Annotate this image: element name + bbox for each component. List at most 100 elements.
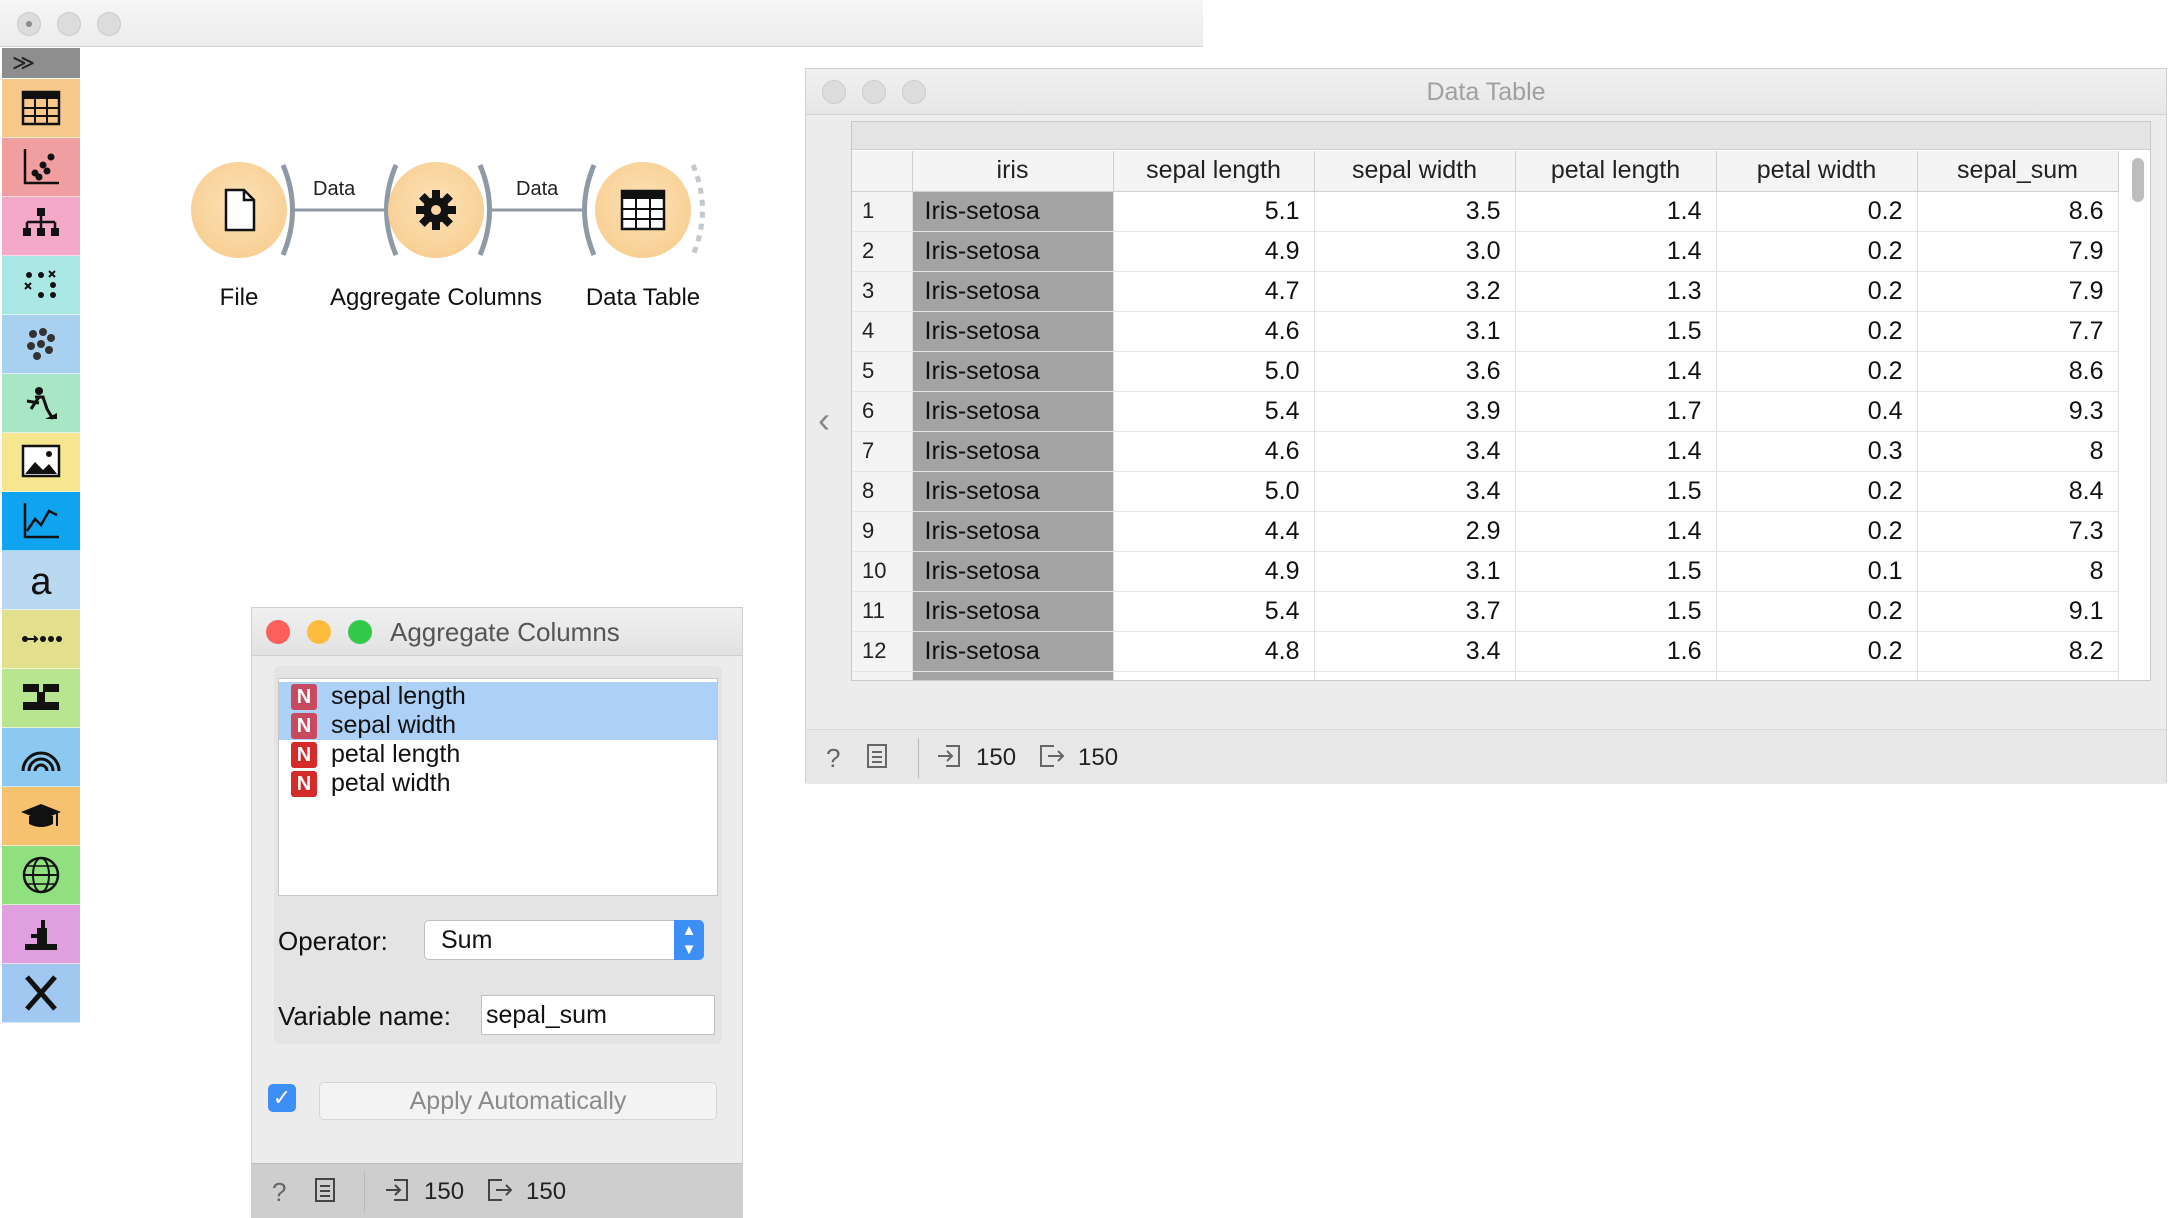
table-cell: 1.7 (1515, 391, 1717, 432)
toolbox-category-survival[interactable] (2, 905, 80, 964)
class-cell: Iris-setosa (912, 391, 1114, 432)
table-row[interactable]: 12 Iris-setosa 4.8 3.4 1.6 0.2 8.2 (852, 631, 2119, 672)
row-number[interactable]: 12 (852, 631, 913, 672)
toolbox-category-text[interactable]: a (2, 551, 80, 610)
operator-select[interactable]: Sum ▲ ▼ (424, 920, 704, 960)
row-number[interactable]: 7 (852, 431, 913, 472)
data-table-widget-node[interactable] (595, 162, 691, 258)
data-table[interactable]: iris sepal length sepal width petal length p… (852, 151, 2119, 680)
help-icon[interactable]: ? (826, 743, 840, 774)
toolbox-category-educational[interactable] (2, 787, 80, 846)
chevron-left-icon[interactable]: ‹ (818, 399, 830, 441)
table-cell: 0.4 (1716, 391, 1918, 432)
toolbox-category-geo[interactable] (2, 846, 80, 905)
table-row[interactable]: 11 Iris-setosa 5.4 3.7 1.5 0.2 9.1 (852, 591, 2119, 632)
row-number[interactable]: 13 (852, 671, 913, 680)
report-icon[interactable] (314, 1177, 336, 1210)
spectroscopy-icon (21, 751, 61, 772)
variable-name: petal width (331, 769, 451, 797)
vertical-scrollbar[interactable] (2132, 158, 2144, 202)
window-title: Aggregate Columns (390, 617, 620, 647)
table-cell: 3.2 (1314, 271, 1516, 312)
class-cell: Iris-setosa (912, 271, 1114, 312)
column-header[interactable]: sepal length (1113, 151, 1315, 192)
table-cell: 0.2 (1716, 311, 1918, 352)
variables-list[interactable]: Nsepal length Nsepal width Npetal length Np… (278, 678, 718, 896)
file-icon (224, 188, 256, 232)
output-anchor[interactable] (690, 164, 705, 256)
list-item[interactable]: Npetal width (279, 769, 717, 798)
table-cell: 8 (1917, 431, 2119, 472)
help-icon[interactable]: ? (272, 1177, 286, 1208)
input-icon (384, 1177, 410, 1210)
table-cell: 8.4 (1917, 471, 2119, 512)
node-label: Data Table (585, 284, 701, 311)
toolbox-category-bioinformatics[interactable] (2, 669, 80, 728)
status-bar: ? 150 150 (806, 729, 2166, 784)
aggregate-columns-widget-node[interactable] (388, 162, 484, 258)
data-table-view[interactable]: iris sepal length sepal width petal length p… (851, 121, 2151, 681)
row-number[interactable]: 8 (852, 471, 913, 512)
row-number[interactable]: 10 (852, 551, 913, 592)
table-cell: 7.8 (1917, 671, 2119, 680)
table-row[interactable]: 13Iris-setosa4.83.01.40.17.8 (852, 671, 2119, 680)
toolbox-category-prototypes[interactable] (2, 964, 80, 1023)
row-number[interactable]: 9 (852, 511, 913, 552)
minimize-button[interactable] (307, 620, 331, 644)
list-item[interactable]: Nsepal length (279, 682, 717, 711)
table-cell: 3.4 (1314, 431, 1516, 472)
table-row[interactable]: 6 Iris-setosa 5.4 3.9 1.7 0.4 9.3 (852, 391, 2119, 432)
row-number[interactable]: 4 (852, 311, 913, 352)
chevron-updown-icon[interactable]: ▲ ▼ (674, 920, 704, 960)
column-header[interactable]: petal width (1716, 151, 1918, 192)
toolbox-category-spectroscopy[interactable] (2, 728, 80, 787)
table-cell: 1.4 (1515, 511, 1717, 552)
maximize-button[interactable] (348, 620, 372, 644)
table-row[interactable]: 4 Iris-setosa 4.6 3.1 1.5 0.2 7.7 (852, 311, 2119, 352)
row-number[interactable]: 5 (852, 351, 913, 392)
table-cell: 4.6 (1113, 311, 1315, 352)
file-widget-node[interactable] (191, 162, 287, 258)
output-count: 150 (526, 1178, 567, 1205)
window-title: Data Table (1426, 78, 1546, 106)
table-row[interactable]: 10 Iris-setosa 4.9 3.1 1.5 0.1 8 (852, 551, 2119, 592)
table-row[interactable]: 7 Iris-setosa 4.6 3.4 1.4 0.3 8 (852, 431, 2119, 472)
table-row[interactable]: 9 Iris-setosa 4.4 2.9 1.4 0.2 7.3 (852, 511, 2119, 552)
table-row[interactable]: 1 Iris-setosa 5.1 3.5 1.4 0.2 8.6 (852, 191, 2119, 232)
toolbox-category-network[interactable] (2, 610, 80, 669)
row-number[interactable]: 2 (852, 231, 913, 272)
class-cell: Iris-setosa (912, 591, 1114, 632)
column-header[interactable]: sepal_sum (1917, 151, 2119, 192)
report-icon[interactable] (866, 743, 888, 776)
table-cell: 1.5 (1515, 551, 1717, 592)
row-number[interactable]: 11 (852, 591, 913, 632)
table-row[interactable]: 5 Iris-setosa 5.0 3.6 1.4 0.2 8.6 (852, 351, 2119, 392)
apply-automatically-checkbox[interactable]: ✓ (268, 1084, 296, 1112)
class-cell: Iris-setosa (912, 351, 1114, 392)
column-header[interactable]: sepal width (1314, 151, 1516, 192)
table-row[interactable]: 8 Iris-setosa 5.0 3.4 1.5 0.2 8.4 (852, 471, 2119, 512)
node-label: Aggregate Columns (329, 284, 543, 311)
close-button[interactable] (266, 620, 290, 644)
row-number[interactable]: 3 (852, 271, 913, 312)
column-header[interactable]: petal length (1515, 151, 1717, 192)
toolbox-category-timeseries[interactable] (2, 492, 80, 551)
table-cell: 3.6 (1314, 351, 1516, 392)
row-number[interactable]: 6 (852, 391, 913, 432)
row-number[interactable]: 1 (852, 191, 913, 232)
table-cell: 1.3 (1515, 271, 1717, 312)
table-cell: 1.4 (1515, 191, 1717, 232)
table-cell: 5.1 (1113, 191, 1315, 232)
class-cell: Iris-setosa (912, 471, 1114, 512)
svg-text:a: a (30, 561, 52, 603)
list-item[interactable]: Npetal length (279, 740, 717, 769)
apply-automatically-button[interactable]: Apply Automatically (319, 1082, 717, 1120)
input-anchor[interactable] (582, 164, 597, 256)
toolbox-category-image[interactable] (2, 433, 80, 492)
list-item[interactable]: Nsepal width (279, 711, 717, 740)
corner-header[interactable] (852, 151, 913, 192)
table-row[interactable]: 3 Iris-setosa 4.7 3.2 1.3 0.2 7.9 (852, 271, 2119, 312)
variable-name-input[interactable] (481, 995, 715, 1035)
table-row[interactable]: 2 Iris-setosa 4.9 3.0 1.4 0.2 7.9 (852, 231, 2119, 272)
column-header[interactable]: iris (912, 151, 1114, 192)
